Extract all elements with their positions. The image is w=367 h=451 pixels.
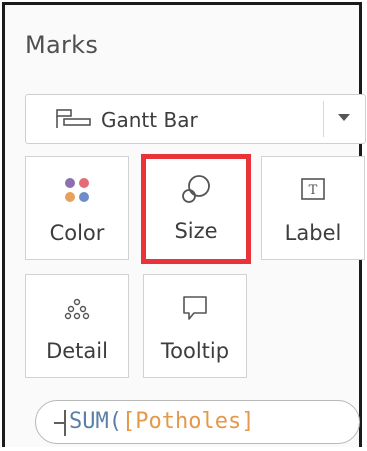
color-label: Color [49, 221, 105, 245]
pill-function: SUM( [69, 409, 122, 434]
chevron-down-icon[interactable] [338, 114, 350, 121]
tooltip-label: Tooltip [160, 339, 230, 363]
size-encoding-icon [54, 422, 64, 424]
mark-type-label: Gantt Bar [101, 108, 198, 132]
svg-text:T: T [309, 183, 318, 198]
detail-button[interactable]: Detail [25, 274, 129, 378]
marks-panel: Marks Gantt Bar Color Size T Label Detai… [2, 2, 366, 447]
dropdown-divider [323, 101, 324, 137]
pill-text: SUM([Potholes] [69, 409, 254, 434]
tooltip-icon [144, 293, 246, 323]
tooltip-button[interactable]: Tooltip [143, 274, 247, 378]
label-label: Label [284, 221, 342, 245]
detail-icon [26, 293, 128, 323]
label-button[interactable]: T Label [261, 156, 365, 260]
label-icon: T [262, 175, 364, 205]
color-button[interactable]: Color [25, 156, 129, 260]
color-dots-icon [26, 175, 128, 205]
size-label: Size [174, 219, 218, 243]
size-button[interactable]: Size [141, 154, 251, 264]
detail-label: Detail [46, 339, 108, 363]
marks-title: Marks [25, 31, 99, 59]
pill-field: [Potholes] [121, 409, 255, 434]
pill-cursor-bar [64, 410, 66, 436]
size-icon [146, 173, 246, 203]
sum-potholes-pill[interactable]: SUM([Potholes] [35, 400, 360, 444]
gantt-bar-icon [56, 109, 92, 133]
mark-type-dropdown[interactable]: Gantt Bar [25, 94, 366, 144]
